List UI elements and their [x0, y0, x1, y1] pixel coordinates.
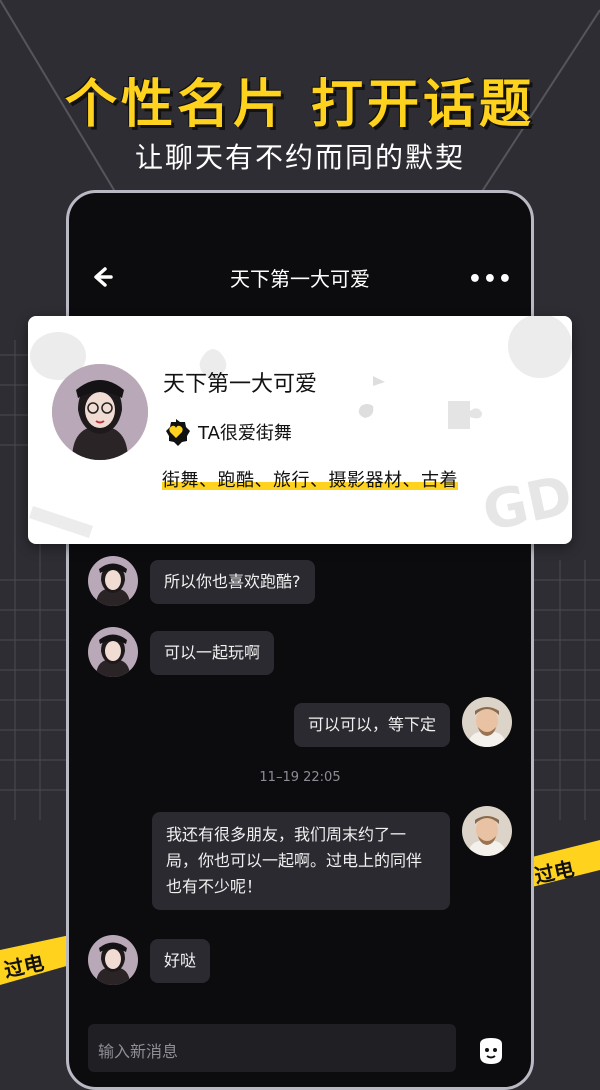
interest-badge: TA很爱街舞: [162, 418, 292, 446]
message-left-3: 好哒: [88, 935, 211, 985]
chat-header: 天下第一大可爱 •••: [69, 255, 531, 299]
hero-title: 个性名片 打开话题: [64, 75, 536, 135]
profile-avatar[interactable]: [52, 364, 148, 460]
tape-left: 过电: [0, 935, 70, 985]
contact-avatar[interactable]: [88, 935, 138, 985]
message-right-1: 可以可以，等下定: [293, 697, 512, 747]
card-watermark-letters: GD: [477, 463, 572, 543]
contact-avatar[interactable]: [88, 556, 138, 606]
profile-name: 天下第一大可爱: [163, 372, 318, 397]
message-timestamp: 11–19 22:05: [259, 770, 341, 785]
interest-tags: 街舞、跑酷、旅行、摄影器材、古着: [162, 466, 458, 492]
contact-avatar[interactable]: [88, 627, 138, 677]
back-arrow-icon[interactable]: [87, 263, 115, 291]
profile-card[interactable]: GD 天下第一大可爱 TA很爱街舞 街舞、跑酷、旅行、摄影器材、古着: [28, 316, 572, 544]
message-bubble[interactable]: 所以你也喜欢跑酷?: [150, 560, 315, 604]
message-right-2: 我还有很多朋友，我们周末约了一局，你也可以一起啊。过电上的同伴也有不少呢！: [152, 806, 512, 910]
message-left-1: 所以你也喜欢跑酷?: [88, 556, 315, 606]
message-input-placeholder: 输入新消息: [98, 1042, 179, 1061]
message-left-2: 可以一起玩啊: [88, 627, 275, 677]
heart-badge-icon: [166, 419, 190, 446]
message-bubble[interactable]: 可以可以，等下定: [293, 703, 450, 747]
hero-subtitle: 让聊天有不约而同的默契: [134, 141, 465, 174]
more-options-icon[interactable]: •••: [468, 267, 513, 292]
message-input[interactable]: 输入新消息: [88, 1024, 456, 1072]
interest-badge-text: TA很爱街舞: [198, 423, 292, 444]
message-bubble[interactable]: 好哒: [150, 939, 211, 983]
message-bubble[interactable]: 我还有很多朋友，我们周末约了一局，你也可以一起啊。过电上的同伴也有不少呢！: [152, 812, 450, 910]
chat-title: 天下第一大可爱: [230, 266, 370, 291]
my-avatar[interactable]: [462, 806, 512, 856]
emoji-icon[interactable]: [476, 1036, 506, 1066]
my-avatar[interactable]: [462, 697, 512, 747]
message-bubble[interactable]: 可以一起玩啊: [150, 631, 275, 675]
